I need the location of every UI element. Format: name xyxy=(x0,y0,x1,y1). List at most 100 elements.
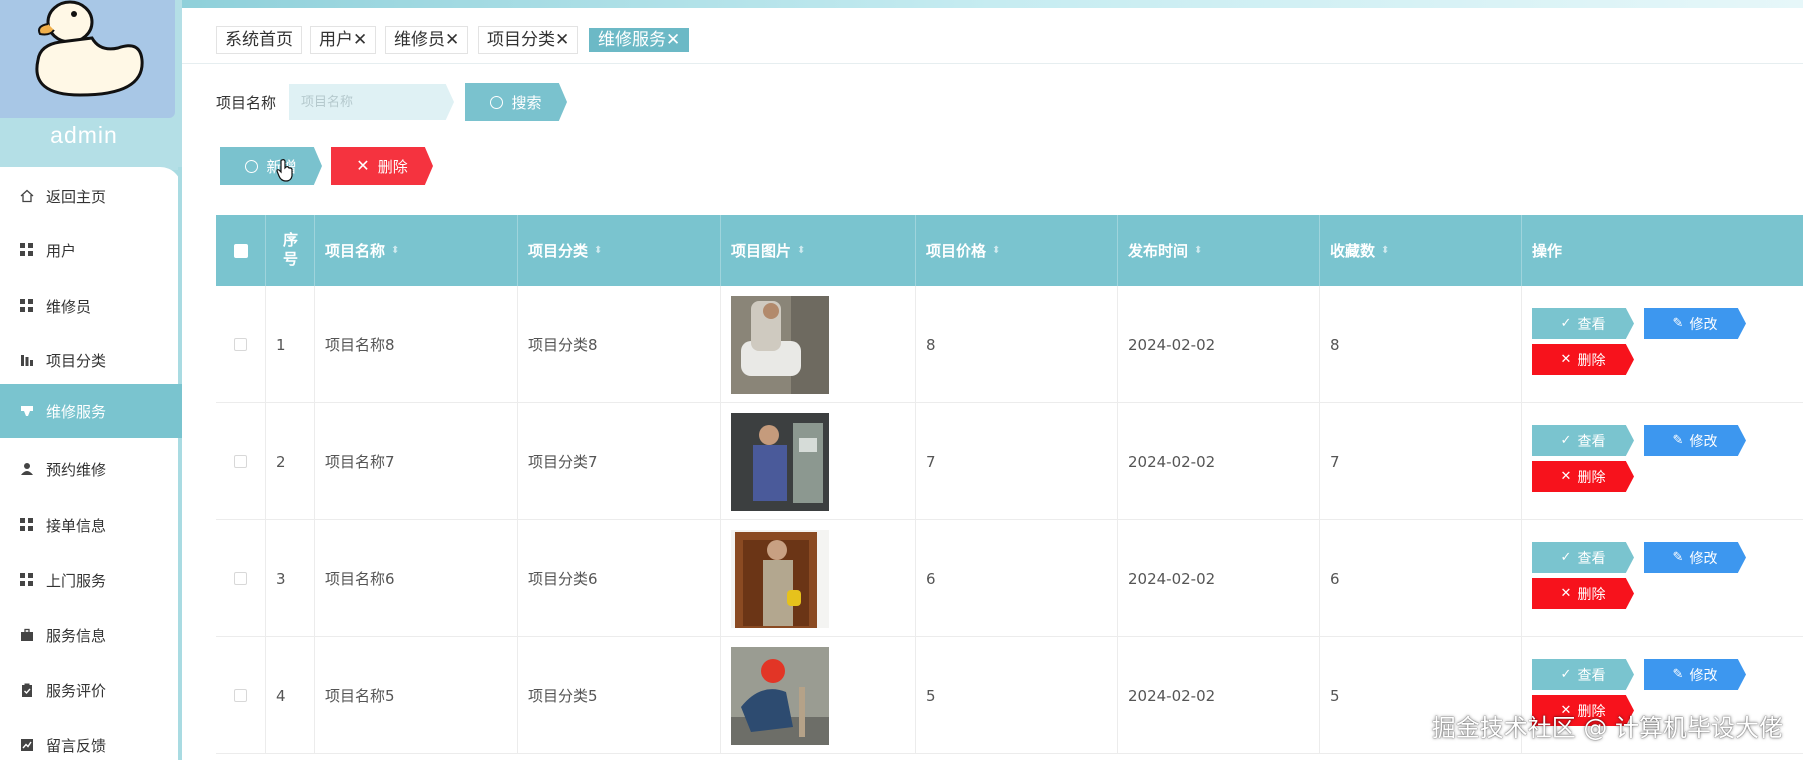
column-header-favorites[interactable]: 收藏数 ⬍ xyxy=(1320,215,1522,286)
home-icon xyxy=(20,189,34,203)
sidebar-item-onsite[interactable]: 上门服务 xyxy=(0,553,182,607)
cell-name: 项目名称7 xyxy=(315,403,518,520)
close-icon: ✕ xyxy=(1560,469,1572,484)
top-bar xyxy=(182,0,1803,8)
close-icon[interactable]: ✕ xyxy=(555,30,569,50)
sidebar-item-label: 维修服务 xyxy=(46,402,107,421)
sidebar-item-orders[interactable]: 接单信息 xyxy=(0,498,182,552)
watermark: 掘金技术社区 @ 计算机毕设大佬 xyxy=(1431,714,1783,742)
delete-button[interactable]: ✕ 删除 xyxy=(1532,578,1634,609)
column-header-category[interactable]: 项目分类 ⬍ xyxy=(518,215,721,286)
sidebar-item-label: 服务评价 xyxy=(46,681,107,700)
cell-category: 项目分类7 xyxy=(518,403,721,520)
close-icon: ✕ xyxy=(1560,586,1572,601)
pencil-icon: ✎ xyxy=(1672,316,1684,331)
hand-cursor-icon xyxy=(276,159,293,182)
sidebar-item-label: 留言反馈 xyxy=(46,736,107,755)
cell-name: 项目名称8 xyxy=(315,286,518,403)
view-button[interactable]: ✓ 查看 xyxy=(1532,425,1634,456)
cell-date: 2024-02-02 xyxy=(1118,637,1320,754)
select-all-checkbox[interactable] xyxy=(233,243,248,258)
sort-icon[interactable]: ⬍ xyxy=(391,245,399,256)
row-checkbox[interactable] xyxy=(234,689,247,702)
row-checkbox[interactable] xyxy=(234,338,247,351)
cell-price: 7 xyxy=(916,403,1118,520)
sidebar-item-service-info[interactable]: 服务信息 xyxy=(0,608,182,662)
username: admin xyxy=(50,122,118,148)
sort-icon[interactable]: ⬍ xyxy=(992,245,1000,256)
app-window: admin 返回主页 用户 维修员 项目分类 维修服务 预约维修 接单信息 上门… xyxy=(0,0,1803,760)
table-row: 3 项目名称6 项目分类6 6 2024-02-02 6 ✓ 查看 ✎ 修改 ✕… xyxy=(216,520,1803,637)
add-button[interactable]: 新增 xyxy=(220,147,322,185)
cell-category: 项目分类8 xyxy=(518,286,721,403)
grid-icon xyxy=(20,518,34,532)
sidebar-item-label: 维修员 xyxy=(46,297,92,316)
sidebar-item-label: 返回主页 xyxy=(46,187,107,206)
column-header-price[interactable]: 项目价格 ⬍ xyxy=(916,215,1118,286)
tab-project-category[interactable]: 项目分类✕ xyxy=(478,26,579,54)
edit-button[interactable]: ✎ 修改 xyxy=(1644,542,1746,573)
table-row: 2 项目名称7 项目分类7 7 2024-02-02 7 ✓ 查看 ✎ 修改 ✕… xyxy=(216,403,1803,520)
sidebar-item-users[interactable]: 用户 xyxy=(0,223,182,277)
cell-name: 项目名称5 xyxy=(315,637,518,754)
close-icon[interactable]: ✕ xyxy=(353,30,367,50)
edit-button[interactable]: ✎ 修改 xyxy=(1644,308,1746,339)
column-header-name[interactable]: 项目名称 ⬍ xyxy=(315,215,518,286)
tab-users[interactable]: 用户✕ xyxy=(310,26,377,54)
sidebar-item-repairmen[interactable]: 维修员 xyxy=(0,279,182,333)
tab-repair-service[interactable]: 维修服务✕ xyxy=(589,28,690,52)
search-button[interactable]: 搜索 xyxy=(465,83,567,121)
sort-icon[interactable]: ⬍ xyxy=(1194,245,1202,256)
project-image[interactable] xyxy=(731,529,829,628)
sort-icon[interactable]: ⬍ xyxy=(594,245,602,256)
check-circle-icon xyxy=(245,159,259,173)
tab-repairmen[interactable]: 维修员✕ xyxy=(385,26,469,54)
pencil-icon: ✎ xyxy=(1672,550,1684,565)
sort-icon[interactable]: ⬍ xyxy=(1381,245,1389,256)
row-checkbox[interactable] xyxy=(234,572,247,585)
sidebar-item-project-category[interactable]: 项目分类 xyxy=(0,333,182,387)
avatar[interactable] xyxy=(0,0,175,118)
edit-button[interactable]: ✎ 修改 xyxy=(1644,659,1746,690)
sidebar-item-repair-service[interactable]: 维修服务 xyxy=(0,384,182,438)
select-all-cell xyxy=(216,215,266,286)
view-button[interactable]: ✓ 查看 xyxy=(1532,659,1634,690)
sidebar-item-label: 用户 xyxy=(46,241,77,260)
search-input[interactable] xyxy=(289,84,454,120)
sidebar-item-feedback[interactable]: 留言反馈 xyxy=(0,718,182,760)
sidebar-item-service-review[interactable]: 服务评价 xyxy=(0,663,182,717)
cell-seq: 2 xyxy=(266,403,315,520)
cell-seq: 4 xyxy=(266,637,315,754)
delete-button[interactable]: ✕ 删除 xyxy=(1532,461,1634,492)
column-header-date[interactable]: 发布时间 ⬍ xyxy=(1118,215,1320,286)
sidebar-item-label: 接单信息 xyxy=(46,516,107,535)
pencil-icon: ✎ xyxy=(1672,433,1684,448)
edit-button[interactable]: ✎ 修改 xyxy=(1644,425,1746,456)
cell-category: 项目分类5 xyxy=(518,637,721,754)
delete-button[interactable]: ✕ 删除 xyxy=(1532,344,1634,375)
sort-icon[interactable]: ⬍ xyxy=(797,245,805,256)
project-image[interactable] xyxy=(731,412,829,511)
column-header-image[interactable]: 项目图片 ⬍ xyxy=(721,215,916,286)
tab-bar: 系统首页 用户✕ 维修员✕ 项目分类✕ 维修服务✕ xyxy=(182,8,1803,64)
close-icon[interactable]: ✕ xyxy=(445,30,459,50)
sidebar-item-home[interactable]: 返回主页 xyxy=(0,169,182,223)
cell-date: 2024-02-02 xyxy=(1118,403,1320,520)
check-icon: ✓ xyxy=(1560,316,1572,331)
close-icon: ✕ xyxy=(1560,352,1572,367)
view-button[interactable]: ✓ 查看 xyxy=(1532,308,1634,339)
sidebar-item-label: 上门服务 xyxy=(46,571,107,590)
sidebar-item-booking[interactable]: 预约维修 xyxy=(0,442,182,496)
row-checkbox[interactable] xyxy=(234,455,247,468)
column-header-seq: 序号 xyxy=(266,215,315,286)
briefcase-icon xyxy=(20,628,34,642)
close-icon[interactable]: ✕ xyxy=(666,30,680,50)
project-image[interactable] xyxy=(731,646,829,745)
cell-actions: ✓ 查看 ✎ 修改 ✕ 删除 xyxy=(1522,520,1803,637)
project-image[interactable] xyxy=(731,295,829,394)
view-button[interactable]: ✓ 查看 xyxy=(1532,542,1634,573)
cell-favorites: 6 xyxy=(1320,520,1522,637)
chart-icon xyxy=(20,353,34,367)
tab-home[interactable]: 系统首页 xyxy=(216,26,302,54)
batch-delete-button[interactable]: ✕ 删除 xyxy=(331,147,433,185)
